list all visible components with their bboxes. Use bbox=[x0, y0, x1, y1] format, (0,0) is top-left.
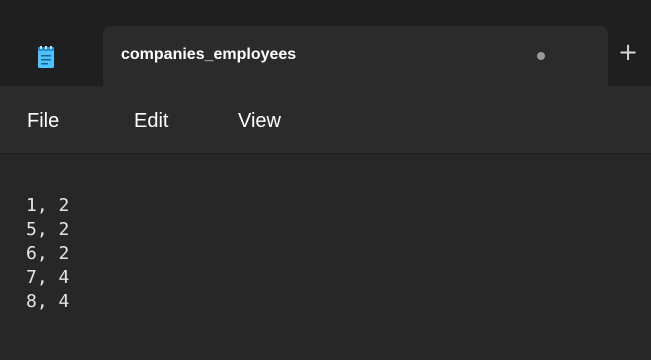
title-bar: companies_employees + bbox=[0, 0, 651, 86]
editor-line: 1, 2 bbox=[26, 195, 70, 216]
unsaved-indicator-icon[interactable] bbox=[537, 52, 545, 60]
notepad-window: companies_employees + File Edit View 1, … bbox=[0, 0, 651, 360]
notepad-icon bbox=[38, 46, 54, 68]
editor-line: 6, 2 bbox=[26, 243, 70, 264]
editor-lines: 1, 2 5, 2 6, 2 7, 4 8, 4 bbox=[26, 194, 69, 314]
menu-bar: File Edit View bbox=[0, 86, 651, 153]
new-tab-button[interactable]: + bbox=[618, 40, 638, 64]
tab-companies-employees[interactable]: companies_employees bbox=[103, 26, 608, 86]
menu-file[interactable]: File bbox=[27, 110, 59, 133]
menu-edit[interactable]: Edit bbox=[134, 110, 168, 133]
menu-view[interactable]: View bbox=[238, 110, 281, 133]
editor-line: 5, 2 bbox=[26, 219, 70, 240]
text-editor[interactable]: 1, 2 5, 2 6, 2 7, 4 8, 4 bbox=[0, 153, 651, 360]
editor-line: 8, 4 bbox=[26, 291, 70, 312]
editor-line: 7, 4 bbox=[26, 267, 70, 288]
tab-title: companies_employees bbox=[121, 46, 297, 63]
